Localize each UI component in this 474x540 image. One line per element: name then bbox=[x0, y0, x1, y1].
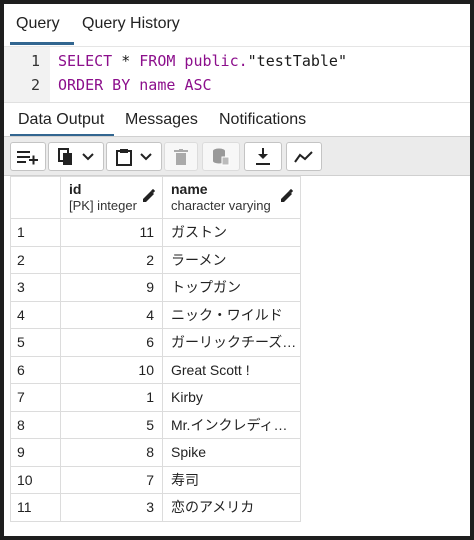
chevron-down-icon[interactable] bbox=[140, 152, 152, 161]
table-row[interactable]: 6 10 Great Scott ! bbox=[10, 355, 301, 384]
save-data-button[interactable] bbox=[202, 142, 240, 171]
query-tool-panel: Query Query History 1 2 SELECT * FROM pu… bbox=[4, 4, 470, 536]
sql-identifier: name bbox=[130, 76, 185, 94]
copy-icon bbox=[58, 147, 74, 166]
cell-name[interactable]: ガストン bbox=[162, 218, 301, 247]
cell-name[interactable]: トップガン bbox=[162, 273, 301, 302]
line-number-gutter: 1 2 bbox=[4, 47, 50, 103]
line-number: 2 bbox=[30, 76, 40, 94]
edit-pencil-icon[interactable] bbox=[142, 188, 156, 206]
delete-icon bbox=[174, 148, 188, 165]
tab-messages[interactable]: Messages bbox=[125, 103, 198, 137]
sql-editor[interactable]: 1 2 SELECT * FROM public."testTable" ORD… bbox=[4, 46, 470, 103]
cell-id[interactable]: 7 bbox=[60, 465, 163, 494]
copy-button[interactable] bbox=[48, 142, 104, 171]
graph-visualiser-button[interactable] bbox=[286, 142, 322, 171]
tab-data-output[interactable]: Data Output bbox=[18, 103, 104, 137]
column-header-id[interactable]: id [PK] integer bbox=[60, 176, 163, 219]
table-row[interactable]: 11 3 恋のアメリカ bbox=[10, 493, 301, 522]
line-number: 1 bbox=[30, 52, 40, 70]
grid-header-row: id [PK] integer name character varying bbox=[10, 176, 301, 219]
download-icon bbox=[255, 147, 271, 166]
cell-id[interactable]: 8 bbox=[60, 438, 163, 467]
add-row-button[interactable] bbox=[10, 142, 46, 171]
sql-identifier: public. bbox=[175, 52, 248, 70]
cell-id[interactable]: 3 bbox=[60, 493, 163, 522]
data-output-toolbar bbox=[4, 136, 470, 176]
row-number[interactable]: 6 bbox=[10, 355, 61, 384]
row-number[interactable]: 5 bbox=[10, 328, 61, 357]
sql-table-name: "testTable" bbox=[247, 52, 347, 70]
chevron-down-icon[interactable] bbox=[82, 152, 94, 161]
table-row[interactable]: 2 2 ラーメン bbox=[10, 245, 301, 274]
row-number[interactable]: 8 bbox=[10, 410, 61, 439]
output-tabs: Data Output Messages Notifications bbox=[4, 102, 470, 137]
table-row[interactable]: 3 9 トップガン bbox=[10, 273, 301, 302]
cell-name[interactable]: 恋のアメリカ bbox=[162, 493, 301, 522]
edit-pencil-icon[interactable] bbox=[280, 188, 294, 206]
row-number[interactable]: 7 bbox=[10, 383, 61, 412]
cell-name[interactable]: ガーリックチーズ… bbox=[162, 328, 301, 357]
row-number[interactable]: 1 bbox=[10, 218, 61, 247]
row-number[interactable]: 2 bbox=[10, 245, 61, 274]
cell-name[interactable]: ラーメン bbox=[162, 245, 301, 274]
tab-notifications[interactable]: Notifications bbox=[219, 103, 306, 137]
row-number[interactable]: 11 bbox=[10, 493, 61, 522]
download-button[interactable] bbox=[244, 142, 282, 171]
sql-operator: * bbox=[112, 52, 140, 70]
tab-query-history[interactable]: Query History bbox=[82, 4, 180, 44]
row-number[interactable]: 4 bbox=[10, 300, 61, 329]
sql-keyword: FROM bbox=[139, 52, 176, 70]
table-row[interactable]: 10 7 寿司 bbox=[10, 465, 301, 494]
row-number[interactable]: 3 bbox=[10, 273, 61, 302]
row-number-header bbox=[10, 176, 61, 219]
sql-keyword: SELECT bbox=[58, 52, 113, 70]
code-line-1[interactable]: SELECT * FROM public."testTable" bbox=[58, 52, 347, 70]
table-row[interactable]: 9 8 Spike bbox=[10, 438, 301, 467]
sql-keyword: ORDER BY bbox=[58, 76, 131, 94]
cell-name[interactable]: 寿司 bbox=[162, 465, 301, 494]
paste-icon bbox=[116, 148, 132, 166]
column-header-name[interactable]: name character varying bbox=[162, 176, 301, 219]
cell-id[interactable]: 9 bbox=[60, 273, 163, 302]
cell-id[interactable]: 10 bbox=[60, 355, 163, 384]
table-row[interactable]: 4 4 ニック・ワイルド bbox=[10, 300, 301, 329]
cell-name[interactable]: Kirby bbox=[162, 383, 301, 412]
cell-id[interactable]: 11 bbox=[60, 218, 163, 247]
query-tabs: Query Query History bbox=[4, 4, 470, 45]
code-line-2[interactable]: ORDER BY name ASC bbox=[58, 76, 212, 94]
cell-id[interactable]: 2 bbox=[60, 245, 163, 274]
add-row-icon bbox=[17, 149, 39, 165]
cell-name[interactable]: ニック・ワイルド bbox=[162, 300, 301, 329]
window-frame: Query Query History 1 2 SELECT * FROM pu… bbox=[0, 0, 474, 540]
results-grid: id [PK] integer name character varying 1… bbox=[10, 176, 301, 522]
table-row[interactable]: 8 5 Mr.インクレディ… bbox=[10, 410, 301, 439]
row-number[interactable]: 10 bbox=[10, 465, 61, 494]
table-row[interactable]: 7 1 Kirby bbox=[10, 383, 301, 412]
cell-id[interactable]: 6 bbox=[60, 328, 163, 357]
cell-name[interactable]: Great Scott ! bbox=[162, 355, 301, 384]
save-data-icon bbox=[212, 148, 230, 166]
tab-query[interactable]: Query bbox=[16, 4, 60, 44]
cell-name[interactable]: Mr.インクレディ… bbox=[162, 410, 301, 439]
active-tab-indicator bbox=[10, 42, 74, 45]
paste-button[interactable] bbox=[106, 142, 162, 171]
graph-icon bbox=[294, 150, 314, 164]
cell-id[interactable]: 4 bbox=[60, 300, 163, 329]
cell-name[interactable]: Spike bbox=[162, 438, 301, 467]
table-row[interactable]: 5 6 ガーリックチーズ… bbox=[10, 328, 301, 357]
row-number[interactable]: 9 bbox=[10, 438, 61, 467]
delete-button[interactable] bbox=[164, 142, 198, 171]
table-row[interactable]: 1 11 ガストン bbox=[10, 218, 301, 247]
sql-keyword: ASC bbox=[184, 76, 212, 94]
cell-id[interactable]: 5 bbox=[60, 410, 163, 439]
cell-id[interactable]: 1 bbox=[60, 383, 163, 412]
